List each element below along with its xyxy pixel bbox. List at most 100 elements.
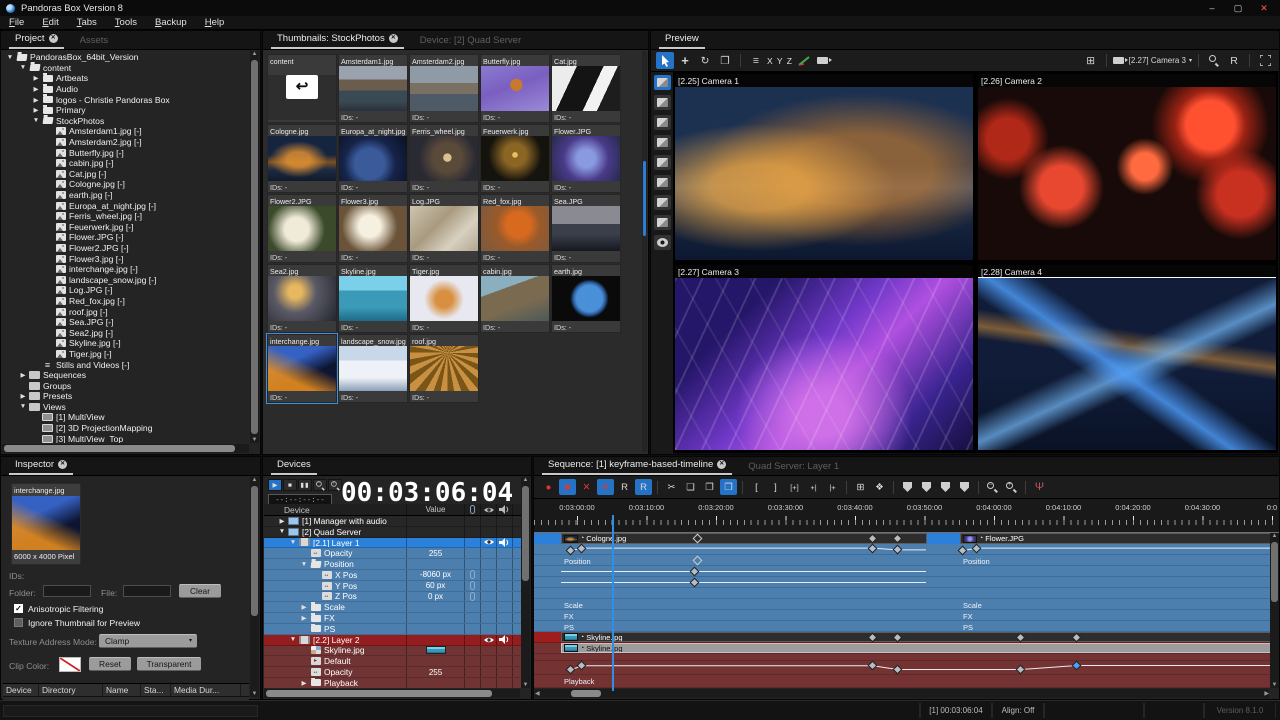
inspector-col-name[interactable]: Name (103, 684, 141, 696)
tab-inspector[interactable]: Inspector ✕ (9, 456, 73, 475)
tree-item-ferris-wheel-jpg[interactable]: Ferris_wheel.jpg [-] (3, 211, 249, 222)
thumbnail-cat-jpg[interactable]: Cat.jpgIDs: - (551, 54, 621, 123)
camera-setup-icon[interactable] (654, 155, 671, 170)
insert-key-button[interactable]: [+] (786, 479, 803, 495)
tree-item-feuerwerk-jpg[interactable]: Feuerwerk.jpg [-] (3, 222, 249, 233)
device-row-value[interactable] (407, 527, 465, 537)
expander-arrow-icon[interactable]: ▼ (5, 54, 15, 61)
thumbnail-feuerwerk-jpg[interactable]: Feuerwerk.jpgIDs: - (480, 124, 550, 193)
guard-4-button[interactable] (956, 479, 973, 495)
device-row-x-pos[interactable]: ↔X Pos-8060 px (264, 570, 521, 581)
duplicate-tool-button[interactable]: ❐ (716, 52, 734, 69)
thumbnail-amsterdam2-jpg[interactable]: Amsterdam2.jpgIDs: - (409, 54, 479, 123)
device-row-2-2-layer-2[interactable]: ▼[2.2] Layer 2 (264, 635, 521, 646)
camera-tool-button[interactable] (815, 52, 833, 69)
expander-arrow-icon[interactable]: ▶ (31, 96, 41, 104)
mark-out-button[interactable]: ] (767, 479, 784, 495)
expander-arrow-icon[interactable]: ▼ (288, 636, 298, 643)
inspector-col-directory[interactable]: Directory (39, 684, 103, 696)
expander-arrow-icon[interactable]: ▼ (18, 64, 28, 71)
tab-thumbnails-stockphotos[interactable]: Thumbnails: StockPhotos ✕ (271, 30, 404, 49)
curve-editor-button[interactable] (795, 52, 813, 69)
clip-skyline-jpg[interactable]: ◔Skyline.jpg (561, 632, 1270, 642)
tree-item-content[interactable]: ▼content (3, 63, 249, 74)
transparent-button[interactable]: Transparent (137, 657, 201, 671)
expander-arrow-icon[interactable]: ▼ (31, 117, 41, 124)
thumbnail-tiger-jpg[interactable]: Tiger.jpgIDs: - (409, 264, 479, 333)
device-row-1-manager-with-audio[interactable]: ▶[1] Manager with audio (264, 516, 521, 527)
layer1-opacity-track[interactable] (534, 544, 1270, 555)
move-tool-button[interactable]: + (676, 52, 694, 69)
tree-item-roof-jpg[interactable]: roof.jpg [-] (3, 306, 249, 317)
thumbnail-cabin-jpg[interactable]: cabin.jpgIDs: - (480, 264, 550, 333)
record-active-button[interactable]: ■ (559, 479, 576, 495)
tree-item-red-fox-jpg[interactable]: Red_fox.jpg [-] (3, 296, 249, 307)
delete-key-active-button[interactable]: ✕ (597, 479, 614, 495)
guard-3-button[interactable] (937, 479, 954, 495)
layout-grid-button[interactable]: ⊞ (1082, 52, 1100, 69)
device-row-ps[interactable]: PS (264, 624, 521, 635)
project-vertical-scrollbar[interactable]: ▲▼ (250, 51, 259, 443)
close-tab-icon[interactable]: ✕ (389, 34, 398, 43)
timeline-ruler[interactable]: 0:03:00:000:03:10:000:03:20:000:03:30:00… (534, 499, 1279, 533)
visibility-eye-icon[interactable] (481, 635, 497, 645)
tab-sequence[interactable]: Sequence: [1] keyframe-based-timeline ✕ (542, 456, 732, 475)
clear-button[interactable]: Clear (179, 584, 221, 598)
audio-speaker-icon[interactable] (497, 635, 513, 645)
tree-item-groups[interactable]: Groups (3, 380, 249, 391)
copy-button[interactable]: ❐ (701, 479, 718, 495)
tree-item-landscape-snow-jpg[interactable]: landscape_snow.jpg [-] (3, 274, 249, 285)
device-row-opacity[interactable]: ↔Opacity255 (264, 548, 521, 559)
layer2-opacity-track[interactable] (534, 661, 1270, 675)
device-row-value[interactable] (407, 624, 465, 634)
record-button[interactable]: ● (540, 479, 557, 495)
device-row-scale[interactable]: ▶Scale (264, 602, 521, 613)
expander-arrow-icon[interactable]: ▶ (299, 679, 309, 687)
nudge-right-button[interactable]: |+ (824, 479, 841, 495)
tree-item-amsterdam2-jpg[interactable]: Amsterdam2.jpg [-] (3, 137, 249, 148)
layer1-position-track[interactable]: PositionPosition (534, 555, 1270, 566)
device-row-value[interactable] (407, 613, 465, 623)
tab-assets[interactable]: Assets (74, 32, 115, 49)
tree-item-flower2-jpg[interactable]: Flower2.JPG [-] (3, 243, 249, 254)
tree-item-log-jpg[interactable]: Log.JPG [-] (3, 285, 249, 296)
device-row-value[interactable] (407, 538, 465, 548)
pointer-tool-button[interactable] (656, 52, 674, 69)
thumbnail-interchange-jpg[interactable]: interchange.jpgIDs: - (267, 334, 337, 403)
tab-devices[interactable]: Devices (271, 456, 317, 475)
device-row-playback[interactable]: ▶Playback (264, 678, 521, 688)
expander-arrow-icon[interactable]: ▶ (31, 106, 41, 114)
device-row-value[interactable]: 255 (407, 548, 465, 558)
stop-button[interactable]: ■ (283, 479, 297, 491)
playhead[interactable] (612, 515, 614, 691)
zoom-in-button[interactable]: + (1003, 479, 1020, 495)
expander-arrow-icon[interactable]: ▼ (299, 561, 309, 568)
expander-arrow-icon[interactable]: ▶ (18, 371, 28, 379)
refresh-preview-button[interactable]: R (1225, 52, 1243, 69)
menu-tools[interactable]: Tools (106, 17, 146, 28)
selection-expand-icon[interactable] (654, 215, 671, 230)
fullscreen-button[interactable] (1256, 52, 1274, 69)
device-row-value[interactable] (407, 516, 465, 526)
tree-item-stills-and-videos[interactable]: ≡Stills and Videos [-] (3, 359, 249, 370)
sliders-button[interactable]: ≡ (747, 52, 765, 69)
sequence-vertical-scrollbar[interactable]: ▲▼ (1270, 533, 1279, 688)
edit-icon[interactable] (654, 135, 671, 150)
snap-tool-button[interactable]: Ψ (1031, 479, 1048, 495)
nudge-left-button[interactable]: +| (805, 479, 822, 495)
expander-arrow-icon[interactable]: ▶ (299, 603, 309, 611)
thumbnail-roof-jpg[interactable]: roof.jpgIDs: - (409, 334, 479, 403)
menu-backup[interactable]: Backup (146, 17, 196, 28)
devices-vertical-scrollbar[interactable]: ▲▼ (521, 477, 530, 688)
color-preview-icon[interactable] (654, 95, 671, 110)
thumbnail-europa-at-night-jpg[interactable]: Europa_at_night.jpgIDs: - (338, 124, 408, 193)
tree-item-presets[interactable]: ▶Presets (3, 391, 249, 402)
tree-item-cologne-jpg[interactable]: Cologne.jpg [-] (3, 179, 249, 190)
thumbnail-flower-jpg[interactable]: Flower.JPGIDs: - (551, 124, 621, 193)
device-row-2-1-layer-1[interactable]: ▼[2.1] Layer 1 (264, 538, 521, 549)
camera-view-2-25-camera-1[interactable]: [2.25] Camera 1 (675, 74, 973, 260)
tree-item-amsterdam1-jpg[interactable]: Amsterdam1.jpg [-] (3, 126, 249, 137)
device-row-value[interactable] (407, 678, 465, 688)
device-row-value[interactable] (407, 656, 465, 666)
tree-item-interchange-jpg[interactable]: interchange.jpg [-] (3, 264, 249, 275)
